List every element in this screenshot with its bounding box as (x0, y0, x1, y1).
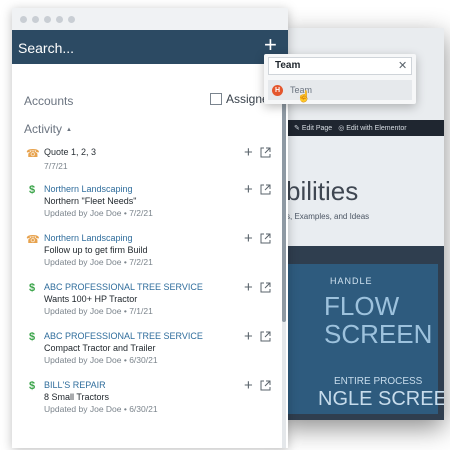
account-link[interactable]: ABC PROFESSIONAL TREE SERVICE (44, 331, 203, 341)
hero-title: bilities (286, 176, 359, 206)
account-link[interactable]: BILL'S REPAIR (44, 380, 106, 390)
banner-flow-text: FLOW SCREEN (324, 291, 433, 349)
caret-up-icon: ▲ (66, 127, 72, 133)
activity-section-toggle[interactable]: Activity ▲ (24, 122, 72, 136)
activity-item[interactable]: $ ABC PROFESSIONAL TREE SERVICE Wants 10… (12, 280, 282, 328)
open-external-icon[interactable] (260, 184, 271, 195)
crm-sidebar-window: Search... + Accounts Assigned Activity ▲ … (12, 8, 288, 448)
activity-item[interactable]: $ BILL'S REPAIR 8 Small Tractors Updated… (12, 378, 282, 426)
window-minimize-dot[interactable] (32, 16, 39, 23)
phone-icon: ☎ (26, 234, 40, 246)
add-icon[interactable]: + (244, 145, 253, 160)
reload-icon[interactable] (68, 16, 75, 23)
open-external-icon[interactable] (260, 233, 271, 244)
open-external-icon[interactable] (260, 282, 271, 293)
activity-meta: Updated by Joe Doe • 7/2/21 (44, 208, 153, 218)
activity-item[interactable]: ☎ Northern Landscaping Follow up to get … (12, 231, 282, 279)
hand-cursor-icon: ☝ (297, 91, 311, 103)
clear-icon[interactable]: ✕ (398, 59, 407, 72)
edit-elementor-link[interactable]: ◎ Edit with Elementor (338, 124, 406, 132)
add-icon[interactable]: + (244, 329, 253, 344)
banner-handle-text: HANDLE (330, 276, 373, 286)
scrollbar-thumb[interactable] (282, 74, 286, 322)
dollar-icon: $ (28, 282, 36, 294)
window-close-dot[interactable] (20, 16, 27, 23)
activity-meta: Updated by Joe Doe • 6/30/21 (44, 404, 158, 414)
pencil-icon: ✎ (294, 125, 300, 132)
checkbox-icon[interactable] (210, 93, 222, 105)
dollar-icon: $ (28, 184, 36, 196)
edit-page-link[interactable]: ✎ Edit Page (294, 124, 332, 132)
search-input[interactable]: Search... (18, 40, 74, 56)
accounts-section-label[interactable]: Accounts (24, 94, 73, 108)
hero-subtitle: s, Examples, and Ideas (286, 212, 370, 221)
activity-meta: Updated by Joe Doe • 6/30/21 (44, 355, 158, 365)
activity-title: Wants 100+ HP Tractor (44, 294, 138, 304)
open-external-icon[interactable] (260, 380, 271, 391)
add-icon[interactable]: + (244, 378, 253, 393)
add-button[interactable]: + (264, 34, 277, 56)
open-external-icon[interactable] (260, 147, 271, 158)
hubspot-badge-icon: H (272, 84, 283, 96)
window-titlebar (12, 8, 288, 30)
activity-title: Compact Tractor and Trailer (44, 343, 156, 353)
back-icon[interactable] (56, 16, 63, 23)
team-option[interactable]: H Team (268, 80, 412, 100)
background-banner: HANDLE FLOW SCREEN ENTIRE PROCESS NGLE SC… (288, 264, 444, 414)
dollar-icon: $ (28, 331, 36, 343)
account-link[interactable]: ABC PROFESSIONAL TREE SERVICE (44, 282, 203, 292)
activity-meta: Updated by Joe Doe • 7/2/21 (44, 257, 153, 267)
activity-item[interactable]: $ ABC PROFESSIONAL TREE SERVICE Compact … (12, 329, 282, 377)
account-link[interactable]: Northern Landscaping (44, 233, 133, 243)
account-link[interactable]: Northern Landscaping (44, 184, 133, 194)
elementor-icon: ◎ (338, 125, 345, 132)
activity-title: Follow up to get firm Build (44, 245, 148, 255)
activity-meta: Updated by Joe Doe • 7/1/21 (44, 306, 153, 316)
window-maximize-dot[interactable] (44, 16, 51, 23)
add-icon[interactable]: + (244, 231, 253, 246)
dollar-icon: $ (28, 380, 36, 392)
background-admin-toolbar: ✎ Edit Page ◎ Edit with Elementor (278, 120, 444, 136)
open-external-icon[interactable] (260, 331, 271, 342)
team-dropdown: Team ✕ H Team (264, 54, 416, 104)
activity-item[interactable]: $ Northern Landscaping Northern "Fleet N… (12, 182, 282, 230)
activity-title: Northern "Fleet Needs" (44, 196, 137, 206)
activity-meta: 7/7/21 (44, 161, 68, 171)
background-hero: bilities s, Examples, and Ideas (278, 136, 444, 246)
banner-single-text: NGLE SCREEN (318, 388, 444, 410)
banner-entire-text: ENTIRE PROCESS (334, 376, 423, 387)
phone-icon: ☎ (26, 148, 40, 160)
add-icon[interactable]: + (244, 182, 253, 197)
add-icon[interactable]: + (244, 280, 253, 295)
team-search-input[interactable]: Team (268, 57, 412, 75)
activity-title: 8 Small Tractors (44, 392, 110, 402)
activity-title: Quote 1, 2, 3 (44, 147, 97, 157)
search-bar: Search... + (12, 30, 288, 64)
